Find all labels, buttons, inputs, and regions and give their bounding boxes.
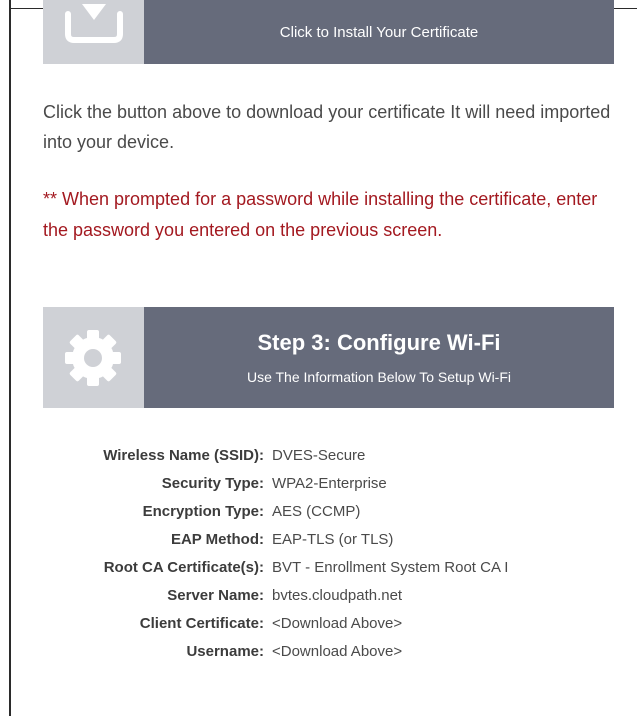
- install-certificate-button[interactable]: Click to Install Your Certificate: [43, 0, 614, 64]
- setting-label: Server Name:: [167, 586, 264, 604]
- setting-row: EAP Method: EAP-TLS (or TLS): [0, 525, 637, 553]
- setting-value: <Download Above>: [272, 614, 403, 632]
- setting-value: BVT - Enrollment System Root CA I: [272, 558, 509, 576]
- setting-row: Server Name: bvtes.cloudpath.net: [0, 581, 637, 609]
- install-button-label[interactable]: Click to Install Your Certificate: [144, 0, 614, 64]
- setting-label: Username:: [186, 642, 264, 660]
- install-icon-box: [43, 0, 144, 64]
- setting-label: Client Certificate:: [139, 614, 264, 632]
- setting-value: EAP-TLS (or TLS): [272, 530, 394, 548]
- setting-value: WPA2-Enterprise: [272, 474, 387, 492]
- password-warning: ** When prompted for a password while in…: [43, 189, 598, 240]
- step3-title: Step 3: Configure Wi-Fi: [257, 329, 501, 355]
- setting-row: Username: <Download Above>: [0, 637, 637, 665]
- setting-row: Security Type: WPA2-Enterprise: [0, 469, 637, 497]
- setting-value: AES (CCMP): [272, 502, 361, 520]
- step3-subtitle: Use The Information Below To Setup Wi-Fi: [246, 368, 512, 385]
- setting-label: Encryption Type:: [142, 502, 264, 520]
- wifi-settings-list: Wireless Name (SSID): DVES-Secure Securi…: [0, 441, 637, 665]
- setting-row: Encryption Type: AES (CCMP): [0, 497, 637, 525]
- setting-label: Root CA Certificate(s):: [103, 558, 264, 576]
- setting-value: bvtes.cloudpath.net: [272, 586, 403, 604]
- setting-label: EAP Method:: [170, 530, 264, 548]
- step3-icon-box: [43, 307, 144, 408]
- certificate-setup-page: Click to Install Your Certificate Click …: [0, 0, 637, 716]
- setting-row: Root CA Certificate(s): BVT - Enrollment…: [0, 553, 637, 581]
- setting-value: <Download Above>: [272, 642, 403, 660]
- setting-label: Security Type:: [161, 474, 264, 492]
- intro-paragraph: Click the button above to download your …: [43, 102, 611, 152]
- setting-label: Wireless Name (SSID):: [103, 446, 264, 464]
- setting-row: Client Certificate: <Download Above>: [0, 609, 637, 637]
- step3-label-box: Step 3: Configure Wi-Fi Use The Informat…: [144, 307, 614, 408]
- step3-banner: Step 3: Configure Wi-Fi Use The Informat…: [43, 307, 614, 408]
- gear-icon: [65, 330, 121, 386]
- setting-value: DVES-Secure: [272, 446, 366, 464]
- setting-row: Wireless Name (SSID): DVES-Secure: [0, 441, 637, 469]
- download-tray-icon: [65, 4, 123, 43]
